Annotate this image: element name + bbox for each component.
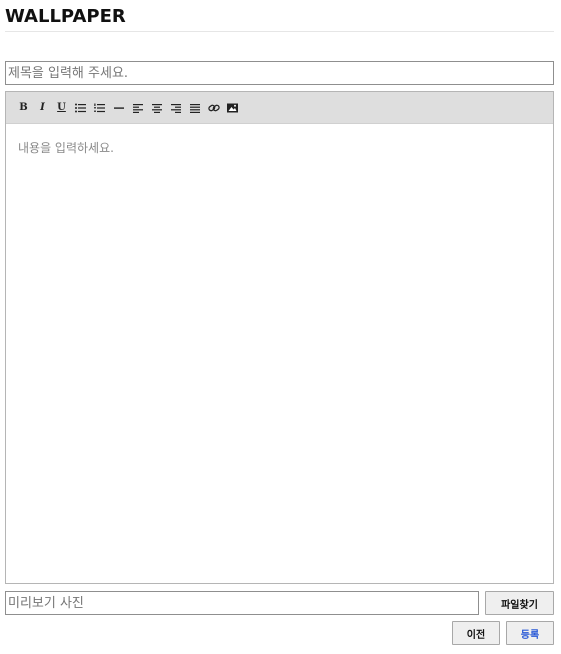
bold-icon[interactable]: B	[14, 99, 33, 117]
submit-button[interactable]: 등록	[506, 621, 554, 645]
italic-icon[interactable]: I	[33, 99, 52, 117]
prev-button[interactable]: 이전	[452, 621, 500, 645]
link-icon[interactable]	[204, 99, 223, 117]
underline-icon[interactable]: U	[52, 99, 71, 117]
image-icon[interactable]	[223, 99, 242, 117]
align-left-icon[interactable]	[128, 99, 147, 117]
align-right-icon[interactable]	[166, 99, 185, 117]
align-center-icon[interactable]	[147, 99, 166, 117]
content-placeholder: 내용을 입력하세요.	[18, 141, 114, 155]
editor-toolbar: B I U	[6, 92, 553, 124]
rich-text-editor: B I U 내용을 입력하세요.	[5, 91, 554, 584]
horizontal-rule-icon[interactable]	[109, 99, 128, 117]
bullet-list-icon[interactable]	[71, 99, 90, 117]
find-file-button[interactable]: 파일찾기	[485, 591, 554, 615]
editor-content-area[interactable]: 내용을 입력하세요.	[6, 125, 553, 583]
title-divider	[5, 31, 554, 32]
title-input[interactable]	[5, 61, 554, 85]
page-title: WALLPAPER	[5, 6, 126, 27]
preview-photo-input[interactable]	[5, 591, 479, 615]
numbered-list-icon[interactable]	[90, 99, 109, 117]
align-justify-icon[interactable]	[185, 99, 204, 117]
